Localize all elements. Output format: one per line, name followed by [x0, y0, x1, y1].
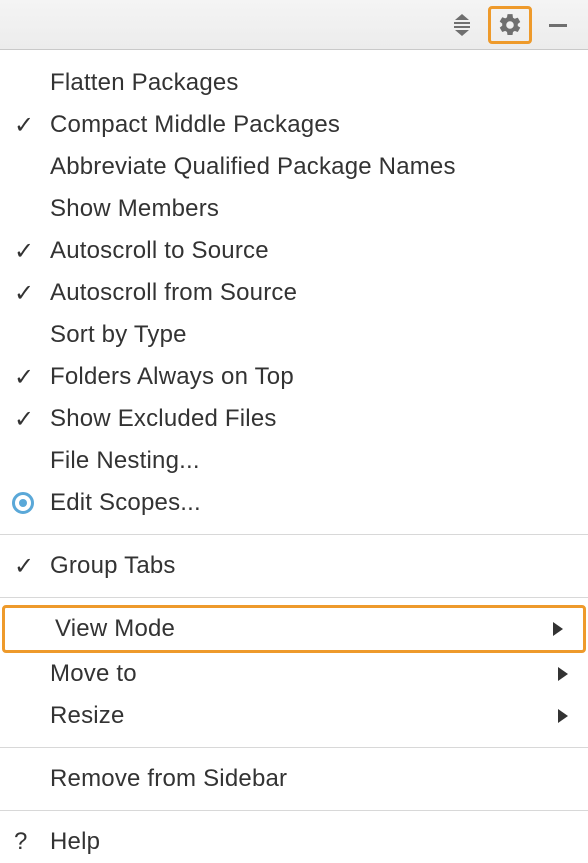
menu-item-autoscroll-to-source[interactable]: ✓ Autoscroll to Source [0, 230, 588, 272]
settings-button[interactable] [488, 6, 532, 44]
menu-item-label: Flatten Packages [50, 69, 570, 97]
menu-item-resize[interactable]: Resize [0, 695, 588, 737]
menu-item-label: Group Tabs [50, 552, 570, 580]
menu-item-move-to[interactable]: Move to [0, 653, 588, 695]
submenu-arrow-icon [541, 621, 565, 637]
menu-item-label: Autoscroll from Source [50, 279, 570, 307]
menu-item-show-excluded-files[interactable]: ✓ Show Excluded Files [0, 398, 588, 440]
menu-item-label: Move to [50, 660, 546, 688]
menu-item-label: Show Members [50, 195, 570, 223]
menu-separator [0, 534, 588, 535]
menu-item-help[interactable]: ? Help [0, 821, 588, 863]
menu-item-autoscroll-from-source[interactable]: ✓ Autoscroll from Source [0, 272, 588, 314]
check-icon: ✓ [14, 111, 50, 140]
menu-item-label: Compact Middle Packages [50, 111, 570, 139]
menu-item-abbreviate-qualified-package-names[interactable]: Abbreviate Qualified Package Names [0, 146, 588, 188]
help-icon: ? [14, 828, 50, 856]
menu-item-label: Show Excluded Files [50, 405, 570, 433]
check-icon: ✓ [14, 405, 50, 434]
menu-item-label: View Mode [55, 615, 541, 643]
menu-item-edit-scopes[interactable]: Edit Scopes... [0, 482, 588, 524]
menu-item-label: Autoscroll to Source [50, 237, 570, 265]
menu-item-label: Resize [50, 702, 546, 730]
menu-item-label: File Nesting... [50, 447, 570, 475]
hide-button[interactable] [536, 6, 580, 44]
menu-item-label: Abbreviate Qualified Package Names [50, 153, 570, 181]
menu-item-folders-always-on-top[interactable]: ✓ Folders Always on Top [0, 356, 588, 398]
settings-menu: Flatten Packages ✓ Compact Middle Packag… [0, 50, 588, 863]
collapse-expand-button[interactable] [440, 6, 484, 44]
submenu-arrow-icon [546, 708, 570, 724]
menu-item-sort-by-type[interactable]: Sort by Type [0, 314, 588, 356]
menu-separator [0, 597, 588, 598]
menu-item-view-mode[interactable]: View Mode [2, 605, 586, 653]
menu-item-file-nesting[interactable]: File Nesting... [0, 440, 588, 482]
check-icon: ✓ [14, 237, 50, 266]
minimize-icon [546, 13, 570, 37]
menu-item-group-tabs[interactable]: ✓ Group Tabs [0, 545, 588, 587]
toolbar [0, 0, 588, 50]
check-icon: ✓ [14, 363, 50, 392]
submenu-arrow-icon [546, 666, 570, 682]
menu-separator [0, 810, 588, 811]
radio-icon [14, 492, 50, 514]
menu-item-label: Folders Always on Top [50, 363, 570, 391]
menu-item-label: Help [50, 828, 570, 856]
menu-item-label: Sort by Type [50, 321, 570, 349]
menu-item-show-members[interactable]: Show Members [0, 188, 588, 230]
check-icon: ✓ [14, 279, 50, 308]
menu-item-compact-middle-packages[interactable]: ✓ Compact Middle Packages [0, 104, 588, 146]
check-icon: ✓ [14, 552, 50, 581]
menu-item-label: Edit Scopes... [50, 489, 570, 517]
menu-item-remove-from-sidebar[interactable]: Remove from Sidebar [0, 758, 588, 800]
menu-item-label: Remove from Sidebar [50, 765, 570, 793]
menu-separator [0, 747, 588, 748]
gear-icon [497, 12, 523, 38]
menu-item-flatten-packages[interactable]: Flatten Packages [0, 62, 588, 104]
collapse-expand-icon [451, 12, 473, 38]
